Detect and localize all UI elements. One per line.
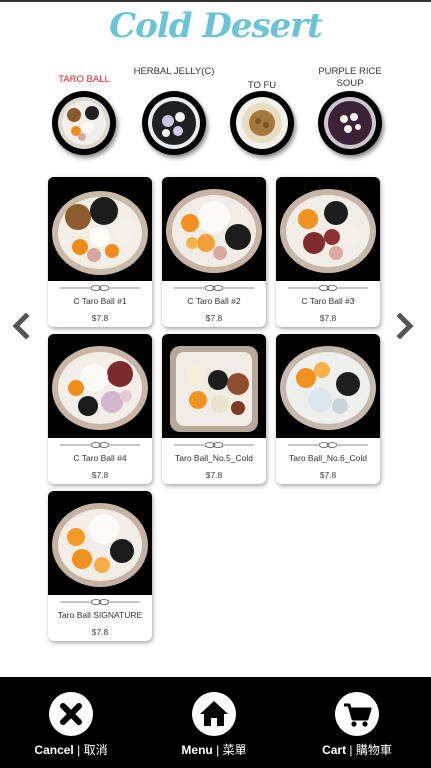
product-card[interactable]: C Taro Ball #3 $7.8 [276, 177, 380, 327]
product-price: $7.8 [91, 470, 109, 480]
product-name: C Taro Ball #3 [301, 296, 355, 306]
product-name: Taro Ball SIGNATURE [57, 610, 143, 620]
product-card[interactable]: C Taro Ball #2 $7.8 [162, 177, 266, 327]
herbal-jelly-dessert-icon [142, 91, 206, 155]
category-taro-ball[interactable]: TARO BALL [40, 64, 128, 160]
taro-ball-dessert-icon [52, 91, 116, 155]
page-title: Cold Desert [109, 6, 323, 46]
cart-button[interactable]: Cart | 購物車 [297, 692, 417, 762]
product-image [276, 177, 380, 281]
category-herbal-jelly[interactable]: HERBAL JELLY(C) [130, 64, 218, 160]
chevron-left-icon [12, 313, 30, 339]
product-price: $7.8 [319, 313, 337, 323]
divider-ornament [288, 441, 368, 449]
cart-icon [335, 692, 379, 736]
purple-rice-soup-icon [318, 91, 382, 155]
product-image [162, 334, 266, 438]
product-price: $7.8 [205, 470, 223, 480]
divider-ornament [174, 441, 254, 449]
product-card[interactable]: C Taro Ball #4 $7.8 [48, 334, 152, 484]
close-icon [49, 692, 93, 736]
bottom-nav-bar: Cancel | 取消 Menu | 菜單 Cart | 購物車 [0, 677, 431, 768]
category-purple-rice-soup[interactable]: PURPLE RICE SOUP [306, 64, 394, 160]
divider-ornament [60, 598, 140, 606]
product-price: $7.8 [319, 470, 337, 480]
product-image [48, 334, 152, 438]
category-label: PURPLE RICE SOUP [318, 66, 382, 89]
divider-ornament [60, 284, 140, 292]
product-card[interactable]: Taro Ball SIGNATURE $7.8 [48, 491, 152, 641]
product-name: Taro Ball_No.6_Cold [289, 453, 367, 463]
prev-page-arrow[interactable] [10, 313, 32, 339]
category-label: TARO BALL [58, 74, 110, 85]
chevron-right-icon [396, 313, 414, 339]
next-page-arrow[interactable] [394, 313, 416, 339]
product-price: $7.8 [205, 313, 223, 323]
divider-ornament [60, 441, 140, 449]
product-price: $7.8 [91, 313, 109, 323]
product-name: Taro Ball_No.5_Cold [175, 453, 253, 463]
divider-ornament [288, 284, 368, 292]
category-tofu[interactable]: TO FU [218, 64, 306, 160]
product-image [162, 177, 266, 281]
home-icon [192, 692, 236, 736]
menu-button[interactable]: Menu | 菜單 [154, 692, 274, 762]
cart-label: Cart | 購物車 [322, 743, 392, 757]
cancel-label: Cancel | 取消 [34, 743, 108, 757]
product-card[interactable]: Taro Ball_No.6_Cold $7.8 [276, 334, 380, 484]
divider-ornament [174, 284, 254, 292]
product-name: C Taro Ball #2 [187, 296, 241, 306]
category-bar: TARO BALL HERBAL JELLY(C) TO FU PURPLE R… [40, 64, 392, 160]
product-image [48, 491, 152, 595]
product-image [48, 177, 152, 281]
top-border [0, 0, 431, 2]
product-name: C Taro Ball #4 [73, 453, 127, 463]
menu-label: Menu | 菜單 [181, 743, 247, 757]
category-label: HERBAL JELLY(C) [133, 66, 215, 77]
product-image [276, 334, 380, 438]
product-price: $7.8 [91, 627, 109, 637]
tofu-dessert-icon [230, 91, 294, 155]
product-name: C Taro Ball #1 [73, 296, 127, 306]
product-card[interactable]: Taro Ball_No.5_Cold $7.8 [162, 334, 266, 484]
product-card[interactable]: C Taro Ball #1 $7.8 [48, 177, 152, 327]
cancel-button[interactable]: Cancel | 取消 [11, 692, 131, 762]
